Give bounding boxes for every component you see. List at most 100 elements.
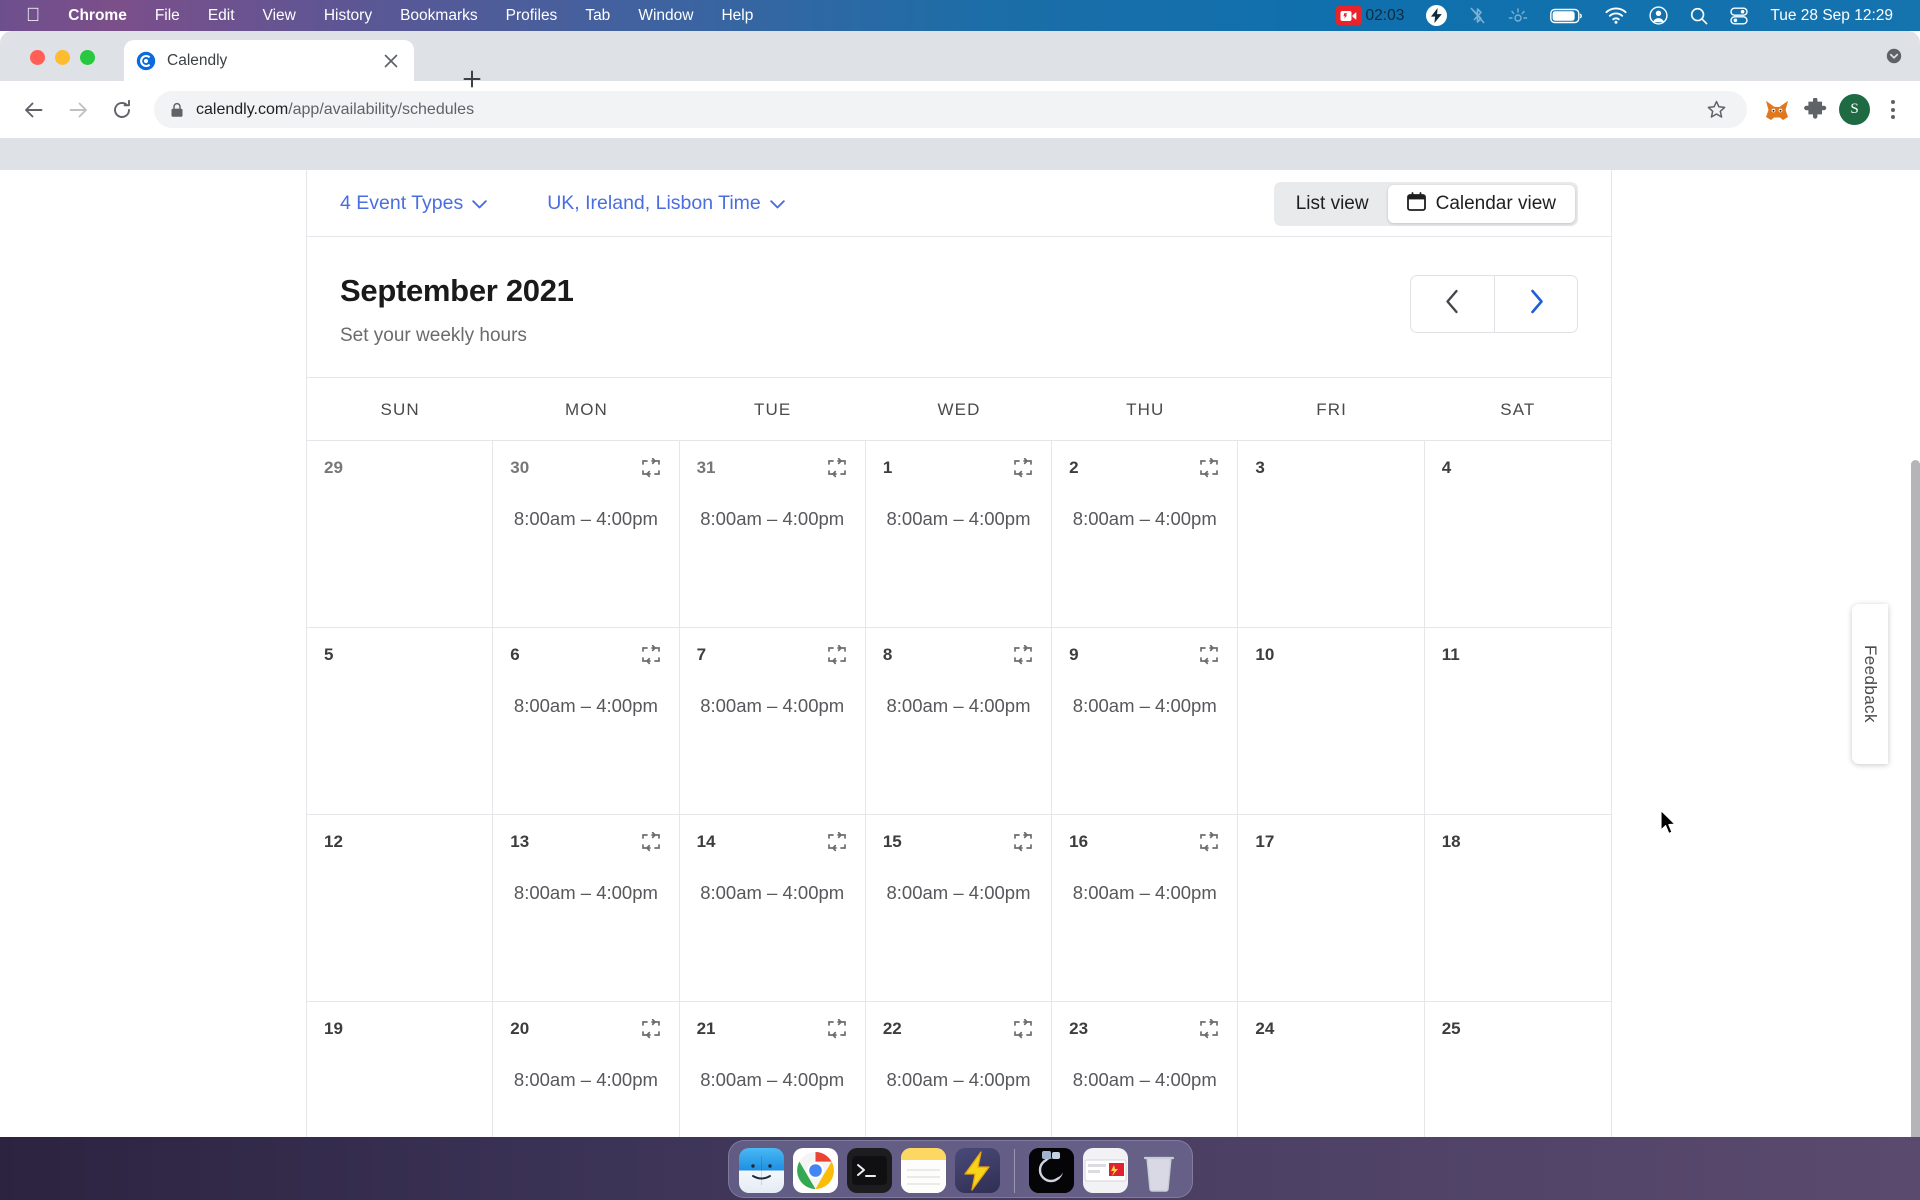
copy-availability-icon[interactable] [640,831,662,854]
availability-hours[interactable]: 8:00am – 4:00pm [1069,695,1220,717]
menu-item-window[interactable]: Window [624,0,707,31]
calendar-day-cell[interactable]: 18 [1424,814,1611,1001]
calendar-day-cell[interactable]: 8 8:00am – 4:00pm [865,627,1053,814]
availability-hours[interactable]: 8:00am – 4:00pm [510,1069,661,1091]
calendar-day-cell[interactable]: 20 8:00am – 4:00pm [493,1001,680,1137]
previous-month-button[interactable] [1411,276,1494,332]
menu-item-history[interactable]: History [310,0,386,31]
close-window-button[interactable] [30,50,45,65]
terminal-icon[interactable] [846,1148,892,1193]
screen-recording-status[interactable]: 02:03 [1325,0,1416,31]
tab-search-button[interactable] [1886,48,1902,69]
availability-hours[interactable]: 8:00am – 4:00pm [697,1069,848,1091]
copy-availability-icon[interactable] [640,457,662,480]
calendar-day-cell[interactable]: 14 8:00am – 4:00pm [679,814,866,1001]
calendar-day-cell[interactable]: 29 [307,440,494,627]
list-view-button[interactable]: List view [1277,185,1388,223]
copy-availability-icon[interactable] [1012,1018,1034,1041]
copy-availability-icon[interactable] [1012,831,1034,854]
address-bar[interactable]: calendly.com/app/availability/schedules [154,91,1747,128]
menu-item-file[interactable]: File [141,0,194,31]
calendar-day-cell[interactable]: 12 [307,814,494,1001]
availability-hours[interactable]: 8:00am – 4:00pm [1069,1069,1220,1091]
calendar-day-cell[interactable]: 2 8:00am – 4:00pm [1052,440,1239,627]
availability-hours[interactable]: 8:00am – 4:00pm [510,882,661,904]
notes-icon[interactable] [900,1148,946,1193]
menu-item-view[interactable]: View [249,0,310,31]
availability-hours[interactable]: 8:00am – 4:00pm [697,882,848,904]
availability-hours[interactable]: 8:00am – 4:00pm [697,508,848,530]
calendar-day-cell[interactable]: 23 8:00am – 4:00pm [1052,1001,1239,1137]
brightness-icon[interactable] [1497,0,1539,31]
availability-hours[interactable]: 8:00am – 4:00pm [697,695,848,717]
lightning-icon[interactable] [954,1148,1000,1193]
reload-button[interactable] [102,90,142,130]
calendar-day-cell[interactable]: 11 [1424,627,1611,814]
new-tab-button[interactable] [455,62,489,96]
menu-item-help[interactable]: Help [707,0,767,31]
availability-hours[interactable]: 8:00am – 4:00pm [883,695,1034,717]
calendar-day-cell[interactable]: 4 [1424,440,1611,627]
copy-availability-icon[interactable] [640,644,662,667]
availability-hours[interactable]: 8:00am – 4:00pm [1069,882,1220,904]
timezone-filter[interactable]: UK, Ireland, Lisbon Time [547,192,785,215]
browser-tab-calendly[interactable]: Calendly [124,40,414,81]
page-scrollbar[interactable] [1911,460,1920,1137]
copy-availability-icon[interactable] [1198,1018,1220,1041]
copy-availability-icon[interactable] [1198,457,1220,480]
event-types-filter[interactable]: 4 Event Types [340,192,487,215]
profile-avatar[interactable]: S [1839,94,1870,125]
feedback-tab[interactable]: Feedback [1852,604,1888,764]
user-account-icon[interactable] [1638,0,1679,31]
calendar-day-cell[interactable]: 3 [1238,440,1425,627]
puzzle-extensions-icon[interactable] [1801,96,1829,124]
copy-availability-icon[interactable] [640,1018,662,1041]
menu-item-edit[interactable]: Edit [194,0,249,31]
calendar-day-cell[interactable]: 10 [1238,627,1425,814]
calendar-day-cell[interactable]: 17 [1238,814,1425,1001]
calendar-day-cell[interactable]: 16 8:00am – 4:00pm [1052,814,1239,1001]
back-button[interactable] [14,90,54,130]
bluetooth-off-icon[interactable] [1458,0,1497,31]
maximize-window-button[interactable] [80,50,95,65]
calendar-day-cell[interactable]: 9 8:00am – 4:00pm [1052,627,1239,814]
calendar-day-cell[interactable]: 7 8:00am – 4:00pm [679,627,866,814]
calendar-day-cell[interactable]: 25 [1424,1001,1611,1137]
calendar-day-cell[interactable]: 5 [307,627,494,814]
chrome-icon[interactable] [792,1148,838,1193]
copy-availability-icon[interactable] [826,1018,848,1041]
calendar-day-cell[interactable]: 22 8:00am – 4:00pm [865,1001,1053,1137]
forward-button[interactable] [58,90,98,130]
calendar-day-cell[interactable]: 30 8:00am – 4:00pm [493,440,680,627]
chrome-menu-icon[interactable] [1880,100,1906,119]
copy-availability-icon[interactable] [826,831,848,854]
copy-availability-icon[interactable] [826,644,848,667]
calendar-day-cell[interactable]: 1 8:00am – 4:00pm [865,440,1053,627]
calendar-day-cell[interactable]: 24 [1238,1001,1425,1137]
availability-hours[interactable]: 8:00am – 4:00pm [883,508,1034,530]
calendar-day-cell[interactable]: 19 [307,1001,494,1137]
menu-item-bookmarks[interactable]: Bookmarks [386,0,492,31]
copy-availability-icon[interactable] [1198,831,1220,854]
availability-hours[interactable]: 8:00am – 4:00pm [1069,508,1220,530]
wifi-icon[interactable] [1594,0,1638,31]
calendar-day-cell[interactable]: 15 8:00am – 4:00pm [865,814,1053,1001]
availability-hours[interactable]: 8:00am – 4:00pm [883,1069,1034,1091]
control-center-icon[interactable] [1719,0,1759,31]
availability-hours[interactable]: 8:00am – 4:00pm [510,508,661,530]
copy-availability-icon[interactable] [826,457,848,480]
copy-availability-icon[interactable] [1198,644,1220,667]
metamask-icon[interactable] [1763,96,1791,124]
apple-logo-icon[interactable]:  [12,0,54,31]
next-month-button[interactable] [1494,276,1577,332]
copy-availability-icon[interactable] [1012,644,1034,667]
bookmark-star-icon[interactable] [1701,95,1731,125]
calendar-day-cell[interactable]: 6 8:00am – 4:00pm [493,627,680,814]
calendar-day-cell[interactable]: 13 8:00am – 4:00pm [493,814,680,1001]
availability-hours[interactable]: 8:00am – 4:00pm [883,882,1034,904]
availability-hours[interactable]: 8:00am – 4:00pm [510,695,661,717]
mail-app-icon[interactable] [1082,1148,1128,1193]
flash-icon[interactable] [1415,0,1458,31]
minimize-window-button[interactable] [55,50,70,65]
calendar-day-cell[interactable]: 31 8:00am – 4:00pm [679,440,866,627]
